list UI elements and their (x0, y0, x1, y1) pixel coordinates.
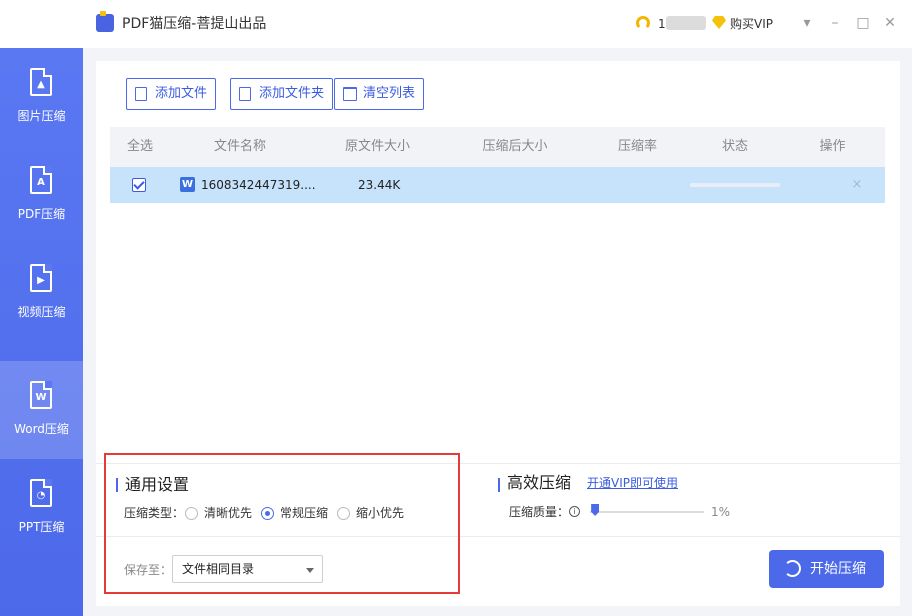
word-file-icon: W (180, 177, 195, 192)
start-compress-button[interactable]: 开始压缩 (769, 550, 884, 588)
app-title: PDF猫压缩-菩提山出品 (122, 16, 267, 32)
sidebar-item-label: PPT压缩 (18, 520, 65, 534)
settings-divider (96, 463, 900, 464)
sidebar: ▲ 图片压缩 A PDF压缩 ▶ 视频压缩 W Word压缩 ◔ PPT压缩 (0, 48, 83, 616)
sidebar-item-label: 图片压缩 (17, 109, 66, 123)
radio-clarity-first[interactable] (185, 507, 198, 520)
close-button[interactable]: ✕ (881, 14, 899, 32)
compression-type-label: 压缩类型： (124, 506, 185, 520)
video-file-icon: ▶ (30, 264, 52, 292)
filename-header: 文件名称 (213, 139, 266, 154)
main-panel: 添加文件 添加文件夹 清空列表 全选 文件名称 原文件大小 压缩后大小 压缩率 … (96, 61, 900, 606)
file-name: 1608342447319.... (201, 178, 316, 192)
app-logo-icon (96, 11, 114, 32)
original-size-header: 原文件大小 (344, 139, 410, 154)
chevron-down-icon (306, 568, 314, 573)
user-name-mask (666, 16, 706, 30)
add-file-button[interactable]: 添加文件 (126, 78, 217, 110)
sidebar-item-label: PDF压缩 (17, 207, 66, 221)
sidebar-item-label: Word压缩 (14, 422, 69, 436)
option-normal[interactable]: 常规压缩 (280, 505, 328, 521)
clear-list-button[interactable]: 清空列表 (334, 78, 425, 110)
minimize-button[interactable]: – (826, 14, 844, 32)
sidebar-item-image[interactable]: ▲ 图片压缩 (0, 48, 83, 146)
table-row[interactable]: W 1608342447319.... 23.44K × (110, 167, 885, 203)
section-marker (116, 478, 118, 492)
quality-slider[interactable] (590, 511, 704, 513)
sidebar-item-pdf[interactable]: A PDF压缩 (0, 146, 83, 244)
compressed-size-header: 压缩后大小 (482, 139, 548, 154)
title-bar: PDF猫压缩-菩提山出品 1 购买VIP ▾ – □ ✕ (0, 0, 912, 48)
ratio-header: 压缩率 (617, 139, 657, 154)
save-location-select[interactable]: 文件相同目录 (172, 555, 323, 583)
clear-list-label: 清空列表 (363, 86, 416, 101)
info-icon[interactable]: i (569, 506, 580, 517)
open-vip-link[interactable]: 开通VIP即可使用 (587, 475, 678, 491)
quality-label: 压缩质量： (509, 505, 570, 519)
section-marker (498, 478, 500, 492)
sidebar-item-word[interactable]: W Word压缩 (0, 361, 83, 459)
save-location-value: 文件相同目录 (182, 562, 255, 576)
add-folder-label: 添加文件夹 (259, 86, 325, 101)
refresh-icon (784, 560, 801, 577)
save-to-label: 保存至： (124, 563, 173, 577)
sidebar-item-ppt[interactable]: ◔ PPT压缩 (0, 459, 83, 557)
image-file-icon: ▲ (30, 68, 52, 96)
table-header: 全选 文件名称 原文件大小 压缩后大小 压缩率 状态 操作 (110, 127, 885, 167)
status-header: 状态 (721, 139, 748, 154)
option-clarity-first[interactable]: 清晰优先 (204, 505, 252, 521)
select-all-header[interactable]: 全选 (110, 127, 170, 167)
efficient-compression-title: 高效压缩 (507, 473, 572, 492)
save-divider (96, 536, 900, 537)
buy-vip-button[interactable]: 购买VIP (730, 15, 773, 33)
add-file-icon (135, 87, 147, 101)
delete-row-icon[interactable]: × (850, 167, 864, 203)
status-progress-bar (690, 183, 780, 187)
sidebar-item-video[interactable]: ▶ 视频压缩 (0, 244, 83, 342)
trash-icon (343, 87, 357, 101)
maximize-button[interactable]: □ (854, 14, 872, 32)
user-avatar-icon[interactable] (636, 16, 650, 30)
add-file-label: 添加文件 (155, 86, 208, 101)
quality-percent: 1% (711, 505, 731, 519)
sidebar-item-label: 视频压缩 (17, 305, 66, 319)
general-settings-title: 通用设置 (125, 475, 190, 494)
option-smallest-first[interactable]: 缩小优先 (356, 505, 404, 521)
add-folder-icon (239, 87, 251, 101)
add-folder-button[interactable]: 添加文件夹 (230, 78, 334, 110)
vip-diamond-icon[interactable] (712, 16, 726, 29)
word-file-icon: W (30, 381, 52, 409)
ppt-file-icon: ◔ (30, 479, 52, 507)
radio-normal[interactable] (261, 507, 274, 520)
menu-dropdown-icon[interactable]: ▾ (798, 14, 816, 32)
radio-smallest-first[interactable] (337, 507, 350, 520)
user-name[interactable]: 1 (658, 16, 666, 32)
pdf-file-icon: A (30, 166, 52, 194)
start-compress-label: 开始压缩 (810, 561, 866, 577)
quality-slider-handle[interactable] (591, 504, 600, 516)
original-size: 23.44K (358, 178, 401, 192)
row-checkbox[interactable] (132, 178, 146, 192)
actions-header: 操作 (819, 139, 846, 154)
